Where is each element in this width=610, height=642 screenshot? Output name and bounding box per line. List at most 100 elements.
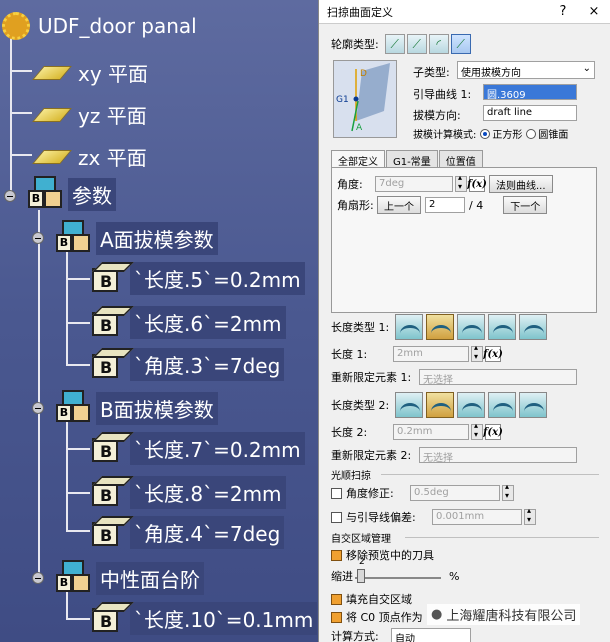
tree-group-a[interactable]: B A面拔模参数	[56, 220, 218, 256]
tree-root[interactable]: UDF_door panal	[2, 12, 197, 40]
length-from-curve-icon[interactable]	[395, 392, 423, 418]
square-radio-label: 正方形	[492, 130, 523, 141]
fill-row: 填充自交区域	[331, 591, 412, 607]
tree-param-item[interactable]: B `长度.5`=0.2mm	[90, 262, 305, 295]
law-curve-button[interactable]: 法则曲线...	[489, 175, 553, 193]
tree-item-parameters[interactable]: B 参数	[28, 176, 116, 212]
remove-preview-checkbox[interactable]	[331, 549, 342, 561]
tree-item-zx-plane[interactable]: zx 平面	[32, 142, 147, 171]
formula-icon[interactable]: f(x)	[467, 176, 487, 192]
tree-group-b[interactable]: B B面拔模参数	[56, 390, 218, 426]
subtype-value: 使用拔模方向	[461, 68, 521, 79]
calc-method-label: 计算方式:	[331, 630, 379, 642]
length-1-spinner[interactable]	[471, 343, 483, 362]
calc-mode-label: 拔模计算模式:	[413, 130, 477, 141]
collapse-icon[interactable]	[32, 402, 44, 414]
collapse-icon[interactable]	[32, 572, 44, 584]
collapse-icon[interactable]	[4, 190, 16, 202]
chevron-down-icon: ⌄	[582, 63, 591, 74]
length-from-curve-icon[interactable]	[395, 314, 423, 340]
calc-method-field[interactable]: 自动	[391, 628, 471, 642]
guide-curve-field[interactable]: 圆.3609	[483, 84, 577, 101]
calc-mode-row: 拔模计算模式: 正方形 圆锥面	[413, 126, 568, 141]
explicit-profile-icon[interactable]: ⟋	[384, 34, 405, 54]
angle-field[interactable]: 7deg	[375, 176, 453, 192]
length-along-surface-icon[interactable]	[519, 392, 547, 418]
tree-line	[66, 364, 90, 366]
formula-icon[interactable]: f(x)	[483, 346, 503, 362]
tree-item-label: `角度.3`=7deg	[130, 348, 285, 381]
tree-line	[66, 448, 90, 450]
parameter-set-icon: B	[56, 390, 92, 426]
circle-profile-icon[interactable]: ◜	[428, 34, 449, 54]
conic-profile-icon[interactable]: ⟋	[450, 34, 471, 54]
tree-param-item[interactable]: B `角度.4`=7deg	[90, 516, 285, 549]
tree-item-label: `长度.7`=0.2mm	[130, 432, 305, 465]
tree-param-item[interactable]: B `长度.10`=0.1mm	[90, 602, 318, 635]
length-from-to-icon[interactable]	[457, 392, 485, 418]
draft-direction-field[interactable]: draft line	[483, 105, 577, 121]
length-from-extremum-icon[interactable]	[488, 314, 516, 340]
sector-row: 角扇形: 上一个 2 / 4 下一个	[337, 196, 548, 214]
angle-fix-spinner[interactable]	[502, 482, 514, 501]
prev-sector-button[interactable]: 上一个	[377, 196, 421, 214]
next-sector-button[interactable]: 下一个	[503, 196, 548, 214]
length-2-label: 长度 2:	[331, 426, 368, 439]
tree-item-label: B面拔模参数	[96, 391, 218, 425]
preview-label-a: A	[356, 123, 363, 133]
tree-item-label: `长度.6`=2mm	[130, 306, 286, 339]
tree-param-item[interactable]: B `角度.3`=7deg	[90, 348, 285, 381]
length-standard-icon[interactable]	[426, 392, 454, 418]
subtype-dropdown[interactable]: 使用拔模方向 ⌄	[457, 61, 595, 79]
tree-item-label: `角度.4`=7deg	[130, 516, 285, 549]
wechat-icon: ●	[431, 607, 443, 622]
tree-line	[38, 210, 40, 578]
guide-deviation-checkbox[interactable]	[331, 511, 342, 523]
sector-field[interactable]: 2	[425, 197, 465, 213]
close-icon[interactable]: ×	[578, 4, 610, 19]
parameter-icon: B	[90, 434, 124, 464]
angle-fix-label: 角度修正:	[346, 487, 394, 500]
angle-spinner[interactable]	[455, 173, 467, 192]
tree-param-item[interactable]: B `长度.6`=2mm	[90, 306, 286, 339]
length-from-to-icon[interactable]	[457, 314, 485, 340]
tree-group-c[interactable]: B 中性面台阶	[56, 560, 204, 596]
cone-radio[interactable]	[526, 128, 537, 139]
length-from-extremum-icon[interactable]	[488, 392, 516, 418]
guide-deviation-field[interactable]: 0.001mm	[432, 509, 522, 525]
tree-param-item[interactable]: B `长度.7`=0.2mm	[90, 432, 305, 465]
sector-label: 角扇形:	[337, 199, 374, 212]
angle-fix-checkbox[interactable]	[331, 487, 342, 499]
tree-line	[66, 252, 68, 364]
tree-param-item[interactable]: B `长度.8`=2mm	[90, 476, 286, 509]
length-1-field[interactable]: 2mm	[393, 346, 469, 362]
tree-line	[66, 322, 90, 324]
fill-checkbox[interactable]	[331, 593, 342, 605]
angle-row: 角度: 7deg f(x) 法则曲线...	[337, 173, 553, 193]
step-slider[interactable]: 2	[355, 557, 441, 583]
remove-preview-row: 移除预览中的刀具	[331, 547, 434, 563]
relimit-2-field[interactable]: 无选择	[419, 447, 577, 464]
collapse-icon[interactable]	[32, 232, 44, 244]
length-2-spinner[interactable]	[471, 421, 483, 440]
c0-vertex-checkbox[interactable]	[331, 611, 342, 623]
length-2-field[interactable]: 0.2mm	[393, 424, 469, 440]
tree-item-yz-plane[interactable]: yz 平面	[32, 100, 147, 129]
angle-fix-field[interactable]: 0.5deg	[410, 485, 500, 501]
help-icon[interactable]: ?	[548, 4, 578, 19]
parameter-set-icon: B	[56, 560, 92, 596]
guide-deviation-spinner[interactable]	[524, 506, 536, 525]
length-standard-icon[interactable]	[426, 314, 454, 340]
dialog-titlebar: 扫掠曲面定义 ? ×	[319, 0, 610, 24]
relimit-1-field[interactable]: 无选择	[419, 369, 577, 386]
line-profile-icon[interactable]: ⟋	[406, 34, 427, 54]
tree-line	[66, 492, 90, 494]
angle-label: 角度:	[337, 178, 363, 191]
length-along-surface-icon[interactable]	[519, 314, 547, 340]
square-radio[interactable]	[480, 128, 491, 139]
formula-icon[interactable]: f(x)	[483, 424, 503, 440]
tree-item-xy-plane[interactable]: xy 平面	[32, 58, 148, 87]
c0-vertex-label: 将 C0 顶点作为	[346, 611, 423, 624]
sector-total: / 4	[469, 198, 484, 212]
relimit-1-row: 重新限定元素 1: 无选择	[331, 369, 577, 386]
